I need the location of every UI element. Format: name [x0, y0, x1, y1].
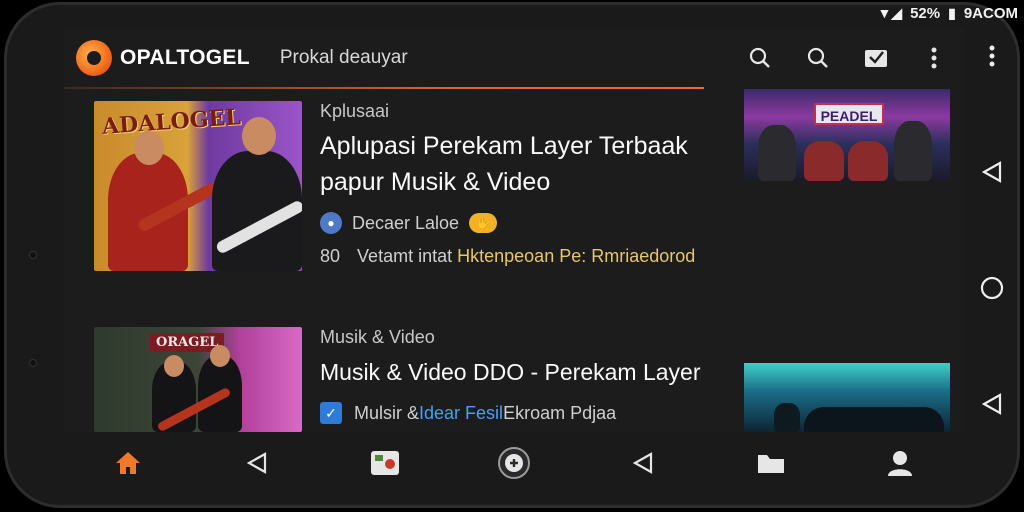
crowd-figure [774, 403, 800, 432]
sensor-dot [29, 359, 37, 367]
meta-suffix: Ekroam Pdjaa [503, 402, 617, 423]
side-video-thumbnail[interactable] [744, 363, 950, 432]
guitarist-head [210, 345, 230, 367]
badge-icon: ✋ [469, 213, 498, 233]
guitarist-figure [894, 121, 932, 181]
system-navigation [972, 40, 1012, 420]
wifi-signal-icon: ▼◢ [877, 4, 903, 21]
card-meta: Musik & Video Musik & Video DDO - Pereka… [320, 327, 740, 424]
back-triangle-icon[interactable] [976, 156, 1008, 188]
more-vertical-icon[interactable] [976, 40, 1008, 72]
channel-avatar-icon: ● [320, 212, 342, 234]
guitarist-head [242, 117, 276, 155]
home-icon[interactable] [106, 441, 150, 485]
card-title[interactable]: Musik & Video DDO - Perekam Layer [320, 354, 740, 390]
channel-row[interactable]: ● Decaer Laloe ✋ [320, 212, 740, 234]
stage-sign: PEADEL [814, 103, 884, 125]
battery-icon: ▮ [948, 4, 956, 21]
stats-row: 80 Vetamt intat Hktenpeoan Pe: Rmriaedor… [320, 246, 740, 267]
app-bar-actions [742, 27, 952, 89]
compass-icon[interactable] [492, 441, 536, 485]
app-name: OPALTOGEL [120, 46, 250, 69]
meta-row: ✓ Mulsir & Idear Fesil Ekroam Pdjaa [320, 402, 740, 424]
checkbox-checked-icon[interactable]: ✓ [320, 402, 342, 424]
singer-head [134, 131, 164, 165]
card-meta: Kplusaai Aplupasi Perekam Layer Terbaak … [320, 101, 740, 267]
back-triangle-icon[interactable] [235, 441, 279, 485]
video-thumbnail[interactable]: ADALOGEL [94, 101, 302, 271]
video-thumbnail[interactable]: ORAGEL [94, 327, 302, 432]
app-subtitle: Prokal deauyar [279, 47, 408, 68]
back-triangle-icon[interactable] [976, 388, 1008, 420]
side-video-thumbnail[interactable]: PEADEL [744, 89, 950, 181]
crowd-figure [848, 141, 888, 181]
card-category: Musik & Video [320, 327, 435, 347]
status-bar: ▼◢ 52% ▮ 9ACOM [877, 2, 1018, 24]
crowd-figure [804, 141, 844, 181]
card-title[interactable]: Aplupasi Perekam Layer Terbaak papur Mus… [320, 128, 740, 200]
gallery-icon[interactable] [363, 441, 407, 485]
back-triangle-icon[interactable] [621, 441, 665, 485]
folder-icon[interactable] [749, 441, 793, 485]
thumbnail-title: ADALOGEL [101, 104, 242, 140]
stats-prefix: Vetamt intat [357, 246, 453, 266]
meta-prefix: Mulsir & [354, 402, 420, 423]
cast-icon[interactable] [858, 40, 894, 76]
card-category: Kplusaai [320, 101, 390, 121]
search-icon[interactable] [742, 40, 778, 76]
meta-highlight[interactable]: Idear Fesil [419, 403, 503, 424]
app-bar: OPALTOGEL Prokal deauyar [64, 27, 964, 89]
opaltogel-logo-icon[interactable] [76, 40, 112, 76]
guitarist-figure [758, 125, 796, 181]
stats-highlight: Hktenpeoan Pe: Rmriaedorod [457, 246, 696, 266]
camera-dot [29, 251, 37, 259]
bottom-navigation [64, 434, 964, 492]
more-vertical-icon[interactable] [916, 40, 952, 76]
battery-percent: 52% [910, 4, 941, 22]
home-circle-icon[interactable] [976, 272, 1008, 304]
search-icon[interactable] [800, 40, 836, 76]
loading-progress-line [64, 87, 704, 89]
channel-name: Decaer Laloe [352, 212, 460, 233]
carrier-name: 9ACOM [963, 4, 1018, 22]
view-count: 80 [320, 246, 341, 266]
profile-icon[interactable] [878, 441, 922, 485]
guitarist-head [164, 355, 184, 377]
app-screen: OPALTOGEL Prokal deauyar ADALOGEL Kplusa… [64, 27, 964, 432]
crowd-figure [804, 407, 944, 432]
